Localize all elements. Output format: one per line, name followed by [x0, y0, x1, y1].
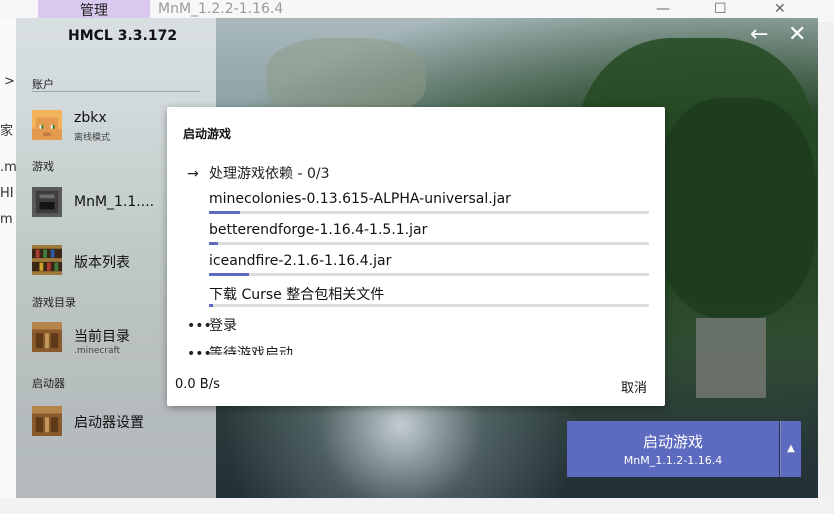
progress-bar — [209, 273, 649, 276]
background-fragment: HI — [0, 186, 14, 201]
bookshelf-icon — [32, 245, 62, 275]
progress-bar — [209, 304, 649, 307]
current-dir-label: 当前目录 — [74, 329, 130, 345]
progress-fill — [209, 273, 249, 276]
cancel-button[interactable]: 取消 — [621, 377, 647, 396]
close-icon[interactable]: ✕ — [774, 0, 786, 18]
download-speed: 0.0 B/s — [175, 377, 220, 392]
background-foliage — [266, 38, 426, 118]
back-icon[interactable]: ← — [750, 24, 768, 46]
app-title: HMCL 3.3.172 — [68, 28, 178, 44]
current-task-label: 处理游戏依赖 - 0/3 — [209, 166, 330, 182]
launch-game-button[interactable]: 启动游戏 MnM_1.1.2-1.16.4 — [567, 421, 779, 477]
background-right-edge — [818, 22, 834, 514]
crafting-table-settings-icon — [32, 406, 62, 436]
section-game: 游戏 — [32, 160, 54, 173]
launch-button-label: 启动游戏 — [642, 433, 703, 451]
close-window-icon[interactable]: ✕ — [788, 24, 806, 46]
account-name: zbkx — [74, 110, 107, 126]
background-foliage — [656, 98, 816, 318]
minimize-icon[interactable]: — — [656, 0, 670, 18]
section-game-dir: 游戏目录 — [32, 296, 76, 309]
section-account: 账户 — [32, 78, 54, 91]
player-avatar-icon — [32, 110, 62, 140]
progress-fill — [209, 304, 214, 307]
background-window-title: MnM_1.2.2-1.16.4 — [158, 1, 284, 17]
background-wolf — [696, 318, 766, 398]
progress-bar — [209, 242, 649, 245]
background-bottom-edge — [0, 498, 834, 514]
task-row-pending: •••等待游戏启动 — [187, 343, 293, 355]
background-fragment: .m — [0, 160, 17, 175]
hmcl-window: HMCL 3.3.172 账户 zbkx 离线模式 游戏 MnM_1.1....… — [16, 18, 818, 498]
sidebar-item-launcher-settings[interactable]: 启动器设置 — [16, 402, 216, 442]
divider — [32, 91, 200, 92]
more-dots-icon: ••• — [187, 318, 212, 334]
launcher-settings-label: 启动器设置 — [74, 415, 144, 431]
download-item: iceandfire-2.1.6-1.16.4.jar — [209, 253, 392, 269]
background-left-pane: > 家 .m HI m — [0, 22, 17, 514]
crafting-table-icon — [32, 322, 62, 352]
more-dots-icon: ••• — [187, 346, 212, 355]
furnace-icon — [32, 187, 62, 217]
section-launcher: 启动器 — [32, 377, 65, 390]
pending-task-label: 等待游戏启动 — [209, 346, 293, 355]
game-instance-name: MnM_1.1.... — [74, 194, 155, 210]
launch-button-version: MnM_1.1.2-1.16.4 — [623, 454, 723, 467]
background-fragment: m — [0, 212, 13, 227]
progress-fill — [209, 242, 218, 245]
pending-task-label: 登录 — [209, 318, 237, 334]
dialog-footer: 0.0 B/s 取消 — [167, 363, 665, 406]
download-item: minecolonies-0.13.615-ALPHA-universal.ja… — [209, 191, 511, 207]
arrow-right-icon: → — [187, 166, 199, 182]
current-dir-path: .minecraft — [74, 346, 121, 356]
maximize-icon[interactable]: ☐ — [714, 0, 727, 18]
task-list: → 处理游戏依赖 - 0/3 minecolonies-0.13.615-ALPH… — [167, 107, 665, 355]
progress-bar — [209, 211, 649, 214]
background-fragment: > — [4, 74, 15, 89]
download-item: 下载 Curse 整合包相关文件 — [209, 287, 385, 303]
download-item: betterendforge-1.16.4-1.5.1.jar — [209, 222, 428, 238]
background-fragment: 家 — [0, 124, 14, 139]
triangle-up-icon: ▲ — [787, 443, 795, 454]
version-list-label: 版本列表 — [74, 255, 130, 271]
version-dropdown-button[interactable]: ▲ — [780, 421, 801, 477]
task-row-current: → 处理游戏依赖 - 0/3 — [187, 163, 329, 183]
progress-fill — [209, 211, 240, 214]
launch-dialog: 启动游戏 → 处理游戏依赖 - 0/3 minecolonies-0.13.615… — [167, 107, 665, 406]
task-row-pending: •••登录 — [187, 315, 237, 335]
account-mode: 离线模式 — [74, 133, 111, 143]
